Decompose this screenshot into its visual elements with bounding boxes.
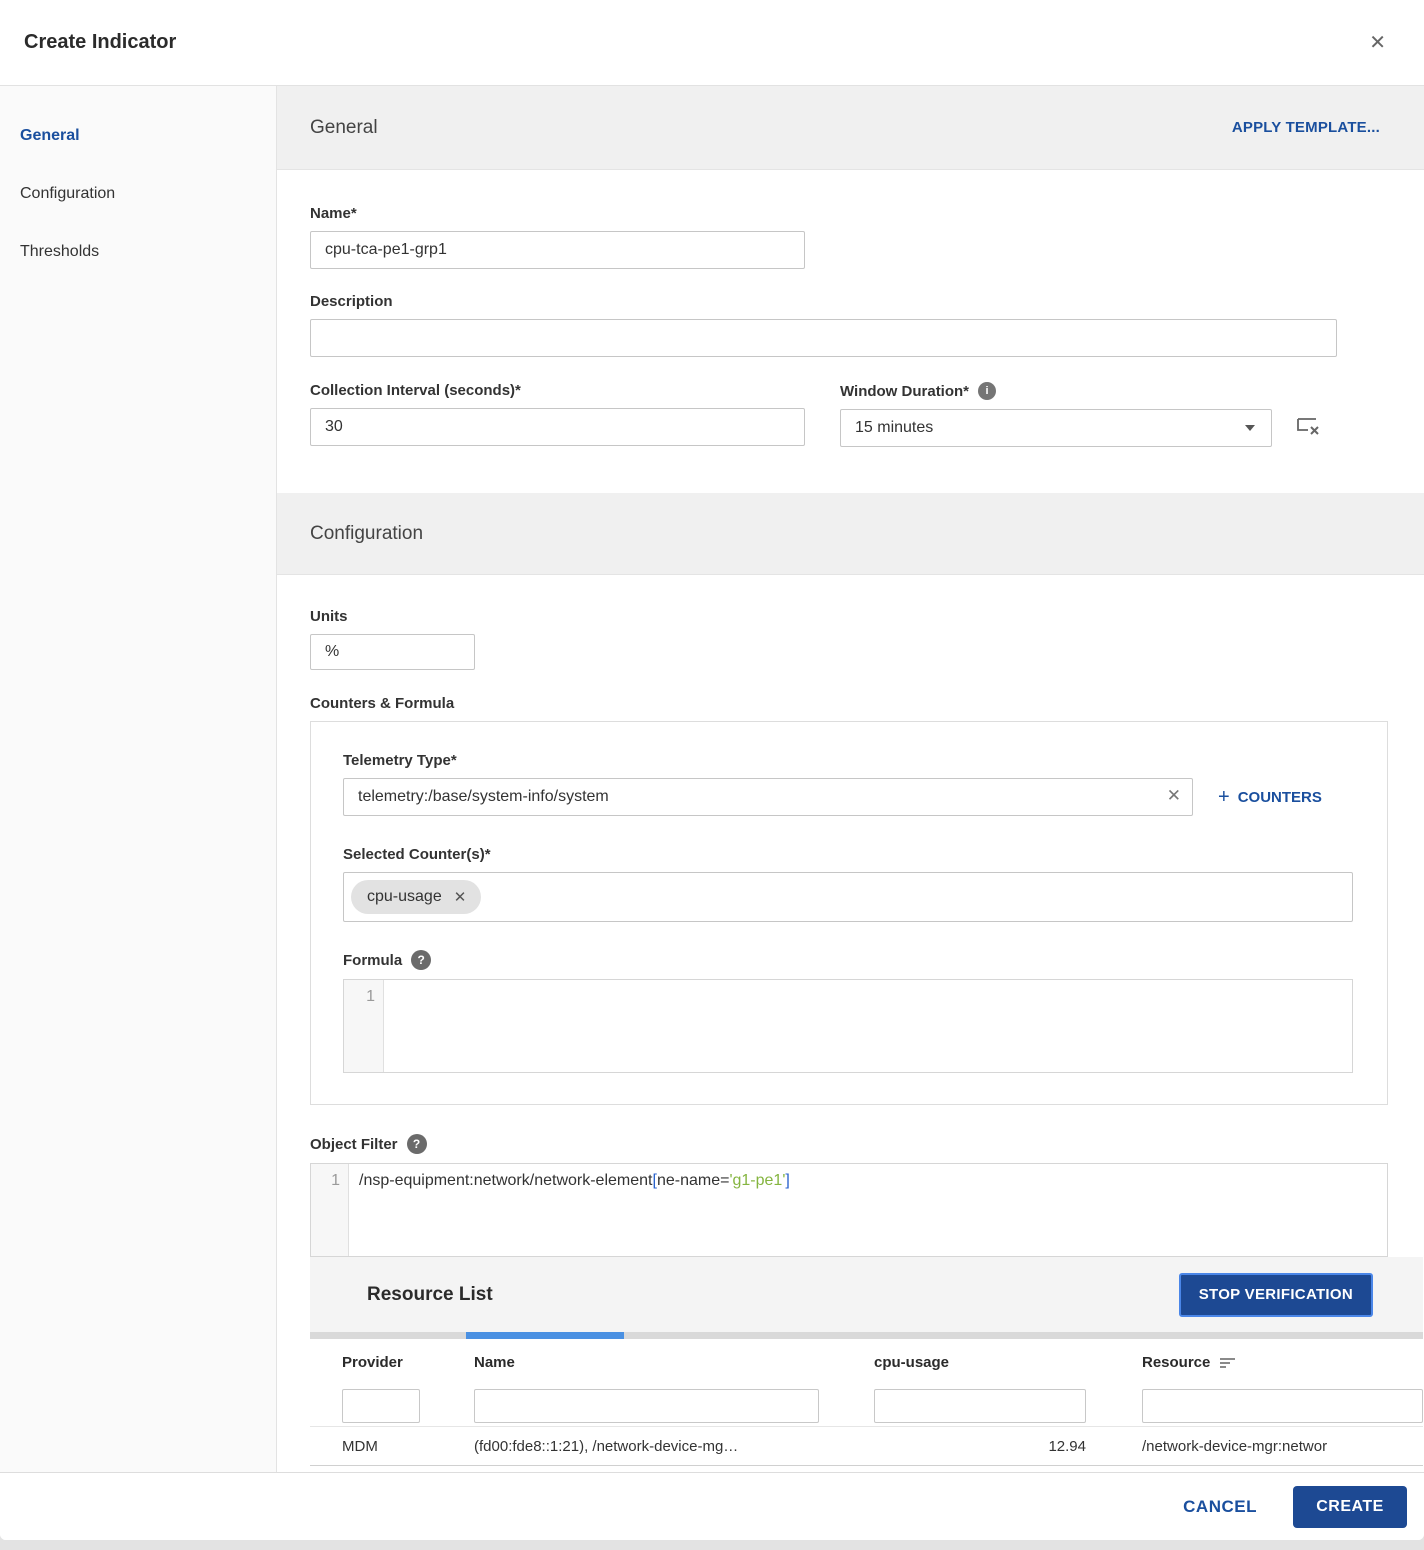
- cancel-button[interactable]: CANCEL: [1183, 1497, 1257, 1517]
- cell-name: (fd00:fde8::1:21), /network-device-mg…: [474, 1438, 874, 1455]
- counter-chip: cpu-usage ✕: [351, 880, 481, 914]
- configuration-section-title: Configuration: [310, 523, 423, 545]
- table-filter-row: [310, 1386, 1423, 1426]
- counter-chip-label: cpu-usage: [367, 888, 442, 906]
- column-header-provider[interactable]: Provider: [342, 1354, 474, 1371]
- general-section-header: General APPLY TEMPLATE...: [277, 86, 1424, 170]
- window-duration-select[interactable]: 15 minutes: [840, 409, 1272, 447]
- apply-template-button[interactable]: APPLY TEMPLATE...: [1232, 119, 1380, 136]
- close-icon[interactable]: ✕: [1369, 33, 1386, 53]
- create-indicator-dialog: Create Indicator ✕ General Configuration…: [0, 0, 1424, 1540]
- object-filter-help-icon[interactable]: ?: [407, 1134, 427, 1154]
- info-icon: i: [978, 382, 996, 400]
- resource-list-section: Resource List STOP VERIFICATION Provider…: [310, 1257, 1423, 1466]
- object-filter-label: Object Filter: [310, 1136, 398, 1153]
- object-filter-line-number: 1: [311, 1164, 349, 1256]
- description-field[interactable]: [310, 319, 1337, 357]
- dialog-footer: CANCEL CREATE: [0, 1472, 1424, 1540]
- dialog-header: Create Indicator ✕: [0, 0, 1424, 86]
- column-header-cpu-usage[interactable]: cpu-usage: [874, 1354, 1086, 1371]
- cell-resource: /network-device-mgr:networ: [1086, 1438, 1423, 1455]
- code-bracket-close: ]: [785, 1172, 789, 1189]
- resource-list-title: Resource List: [367, 1284, 493, 1306]
- collection-interval-field[interactable]: [310, 408, 805, 446]
- stop-verification-button[interactable]: STOP VERIFICATION: [1179, 1273, 1373, 1317]
- object-filter-code-area[interactable]: /nsp-equipment:network/network-element[n…: [349, 1164, 1387, 1256]
- filter-input-name[interactable]: [474, 1389, 819, 1423]
- code-string: 'g1-pe1': [729, 1172, 785, 1189]
- sidebar-item-configuration[interactable]: Configuration: [0, 177, 276, 211]
- counters-button-label: COUNTERS: [1238, 789, 1322, 806]
- telemetry-type-label: Telemetry Type*: [343, 752, 1353, 769]
- selected-counters-label: Selected Counter(s)*: [343, 846, 1353, 863]
- clear-selection-icon[interactable]: [1296, 416, 1322, 439]
- collection-interval-label: Collection Interval (seconds)*: [310, 382, 805, 399]
- counters-formula-box: Telemetry Type* ✕ + COUNTERS Selected Co…: [310, 721, 1388, 1105]
- column-header-resource[interactable]: Resource: [1086, 1354, 1423, 1371]
- telemetry-type-field[interactable]: [343, 778, 1193, 816]
- object-filter-editor: 1 /nsp-equipment:network/network-element…: [310, 1163, 1388, 1257]
- clear-telemetry-icon[interactable]: ✕: [1167, 786, 1181, 806]
- filter-input-provider[interactable]: [342, 1389, 420, 1423]
- sort-icon: [1220, 1358, 1235, 1368]
- sidebar-item-thresholds[interactable]: Thresholds: [0, 235, 276, 269]
- code-attr: ne-name=: [657, 1172, 730, 1189]
- counters-button[interactable]: + COUNTERS: [1218, 787, 1322, 807]
- formula-label: Formula: [343, 952, 402, 969]
- cell-cpu-usage: 12.94: [874, 1438, 1086, 1455]
- verification-progress-bar: [310, 1332, 1423, 1339]
- dialog-content: General APPLY TEMPLATE... Name* Descript…: [277, 86, 1424, 1472]
- counters-formula-label: Counters & Formula: [310, 695, 1424, 712]
- dialog-sidebar: General Configuration Thresholds: [0, 86, 277, 1472]
- name-label: Name*: [310, 205, 1424, 222]
- dialog-title: Create Indicator: [24, 31, 176, 54]
- window-duration-label: Window Duration*: [840, 383, 969, 400]
- formula-help-icon[interactable]: ?: [411, 950, 431, 970]
- progress-indicator: [466, 1332, 624, 1339]
- name-field[interactable]: [310, 231, 805, 269]
- code-path: /nsp-equipment:network/network-element: [359, 1172, 652, 1189]
- remove-counter-icon[interactable]: ✕: [454, 888, 467, 906]
- sidebar-item-general[interactable]: General: [0, 119, 276, 153]
- formula-code-area[interactable]: [384, 980, 1352, 1072]
- create-button[interactable]: CREATE: [1293, 1486, 1407, 1528]
- general-section-title: General: [310, 117, 378, 139]
- table-row[interactable]: MDM (fd00:fde8::1:21), /network-device-m…: [310, 1426, 1423, 1466]
- configuration-section-header: Configuration: [277, 493, 1424, 575]
- units-field[interactable]: [310, 634, 475, 670]
- window-duration-value: 15 minutes: [855, 419, 933, 437]
- filter-input-resource[interactable]: [1142, 1389, 1423, 1423]
- cell-provider: MDM: [342, 1438, 474, 1455]
- units-label: Units: [310, 608, 1424, 625]
- chevron-down-icon: [1245, 425, 1255, 431]
- column-header-name[interactable]: Name: [474, 1354, 874, 1371]
- formula-line-number: 1: [344, 980, 384, 1072]
- formula-editor: 1: [343, 979, 1353, 1073]
- description-label: Description: [310, 293, 1424, 310]
- plus-icon: +: [1218, 787, 1230, 807]
- table-header-row: Provider Name cpu-usage Resource: [310, 1339, 1423, 1386]
- selected-counters-field: cpu-usage ✕: [343, 872, 1353, 922]
- filter-input-cpu-usage[interactable]: [874, 1389, 1086, 1423]
